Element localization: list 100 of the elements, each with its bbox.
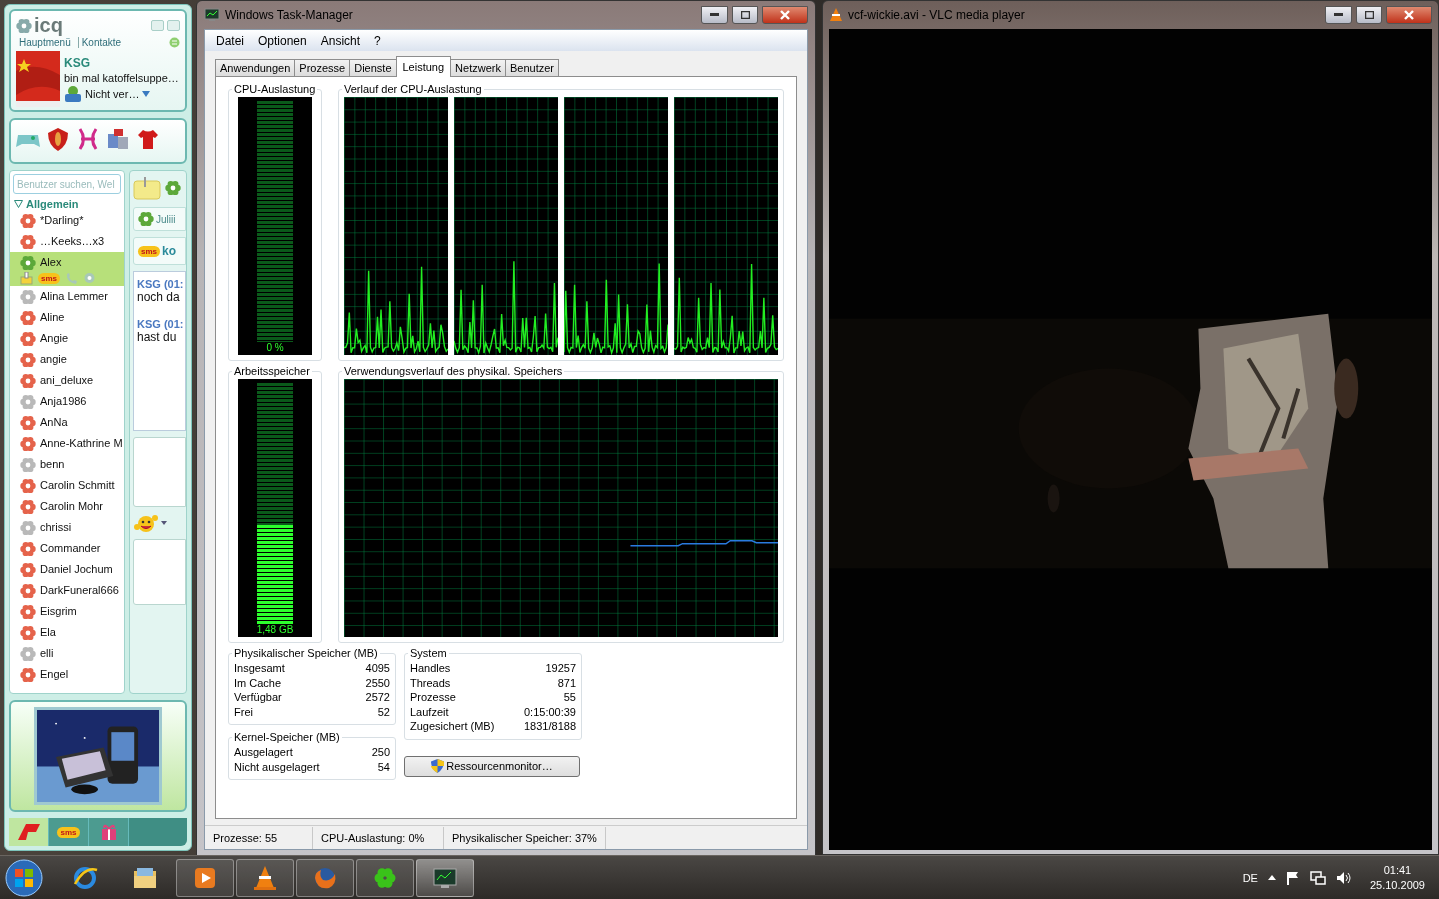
stat-label: Zugesichert (MB) (410, 719, 495, 734)
icq-logo-icon (16, 17, 32, 34)
contact-item[interactable]: Carolin Mohr (10, 496, 124, 517)
stat-value: 2572 (365, 690, 390, 705)
contact-item[interactable]: angie (10, 349, 124, 370)
maximize-icon (1364, 11, 1374, 19)
caret-icon[interactable] (142, 91, 151, 97)
contact-item[interactable]: Alina Lemmer (10, 286, 124, 307)
sms-badge: sms (138, 245, 160, 257)
language-indicator[interactable]: DE (1242, 871, 1258, 884)
contact-item[interactable]: chrissi (10, 517, 124, 538)
smiley-icon[interactable] (133, 513, 159, 533)
tab[interactable]: Anwendungen (215, 59, 296, 77)
contact-item[interactable]: Engel (10, 664, 124, 685)
message-text: noch da (137, 290, 181, 304)
stat-label: Ausgelagert (234, 745, 293, 760)
people-icon[interactable] (105, 126, 131, 152)
taskbar-button[interactable] (416, 858, 474, 897)
nav-link[interactable]: Hauptmenü (16, 37, 74, 48)
stat-value: 52 (377, 704, 390, 719)
menu-item[interactable]: Optionen (251, 33, 314, 48)
tab[interactable]: Leistung (395, 56, 452, 77)
menu-item[interactable]: Ansicht (313, 33, 368, 48)
tab[interactable]: Dienste (349, 59, 397, 77)
stat-label: Threads (410, 675, 451, 690)
stat-label: Frei (234, 704, 253, 719)
menu-item[interactable]: Datei (209, 33, 251, 48)
minimize-icon (710, 13, 719, 17)
contact-item[interactable]: Ela (10, 622, 124, 643)
contact-item[interactable]: benn (10, 454, 124, 475)
contact-item[interactable]: Anja1986 (10, 391, 124, 412)
group-title: Kernel-Speicher (MB) (233, 731, 341, 743)
contact-item[interactable]: Eisgrim (10, 601, 124, 622)
maximize-button[interactable] (732, 6, 758, 24)
contact-item[interactable]: ani_deluxe (10, 370, 124, 391)
expand-icon[interactable] (14, 200, 23, 208)
tab[interactable]: Netzwerk (450, 59, 506, 77)
flag-icon[interactable] (1285, 870, 1300, 885)
group-label[interactable]: Allgemein (26, 198, 79, 210)
taskbar-button[interactable] (356, 858, 414, 897)
contact-item[interactable]: DarkFuneral666 (10, 580, 124, 601)
menu-item[interactable]: ? (367, 33, 388, 48)
chat-tab[interactable]: Juliii (133, 207, 186, 231)
stat-value: 54 (377, 759, 390, 774)
contact-item[interactable]: Aline (10, 307, 124, 328)
stat-label: Im Cache (234, 675, 282, 690)
sms-button[interactable]: sms (38, 273, 60, 284)
close-button[interactable] (762, 6, 808, 24)
contact-item[interactable]: elli (10, 643, 124, 664)
message-input[interactable] (133, 539, 186, 605)
status-icon (64, 86, 82, 102)
sms-tab[interactable]: sms (49, 818, 89, 846)
sms-tab[interactable]: sms ko (133, 237, 186, 265)
stat-value: 4095 (365, 661, 390, 676)
nav-link[interactable]: Kontakte (77, 37, 125, 48)
contact-item[interactable]: Alex sms (10, 252, 124, 286)
stat-value: 1831/8188 (524, 719, 576, 734)
status-dropdown[interactable]: Nicht ver… (85, 88, 140, 100)
contact-item[interactable]: Anne-Kathrine M (10, 433, 124, 454)
window-title: vcf-wickie.avi - VLC media player (848, 8, 1026, 22)
start-button[interactable] (4, 857, 44, 898)
search-field[interactable]: Benutzer suchen, Wel (13, 174, 121, 194)
minimize-button[interactable] (1325, 6, 1352, 24)
contact-item[interactable]: AnNa (10, 412, 124, 433)
tab[interactable]: Prozesse (294, 59, 351, 77)
caret-icon[interactable] (161, 521, 167, 525)
maximize-icon (740, 11, 750, 19)
contact-item[interactable]: Carolin Schmitt (10, 475, 124, 496)
message-sender: KSG (01: (137, 318, 185, 330)
logo-icon (17, 824, 40, 840)
clock[interactable]: 01:41 25.10.2009 (1361, 862, 1433, 893)
network-icon[interactable] (1309, 870, 1326, 885)
logo-tab[interactable] (9, 818, 49, 846)
contact-item[interactable]: *Darling* (10, 210, 124, 231)
contact-item[interactable]: Angie (10, 328, 124, 349)
memory-reading: 1,48 GB (256, 624, 294, 635)
stat-label: Verfügbar (234, 690, 282, 705)
maximize-button[interactable] (1356, 6, 1382, 24)
minimize-icon (1334, 13, 1343, 17)
cpu-reading: 0 % (266, 342, 284, 353)
contact-name[interactable]: Juliii (156, 213, 176, 225)
shield-icon (431, 759, 445, 773)
minimize-button[interactable] (701, 6, 728, 24)
stat-label: Prozesse (410, 690, 456, 705)
tab[interactable]: Benutzer (504, 59, 559, 77)
resource-monitor-button[interactable]: Ressourcenmonitor… (404, 755, 580, 777)
shield-icon[interactable] (45, 126, 71, 152)
contact-item[interactable]: …Keeks…x3 (10, 231, 124, 252)
taskbar-button[interactable] (176, 858, 234, 897)
group-title: Arbeitsspeicher (233, 365, 311, 377)
speaker-icon[interactable] (1335, 870, 1352, 885)
app-logo: icq (34, 14, 63, 37)
contact-item[interactable]: Daniel Jochum (10, 559, 124, 580)
stat-value: 2550 (365, 675, 390, 690)
close-button[interactable] (1386, 6, 1432, 24)
status-text: Prozesse: 55 (205, 826, 313, 849)
contact-item[interactable]: Commander (10, 538, 124, 559)
caret-up-icon[interactable] (1267, 875, 1276, 880)
message-text: hast du (137, 330, 178, 344)
group-title: System (409, 647, 448, 659)
